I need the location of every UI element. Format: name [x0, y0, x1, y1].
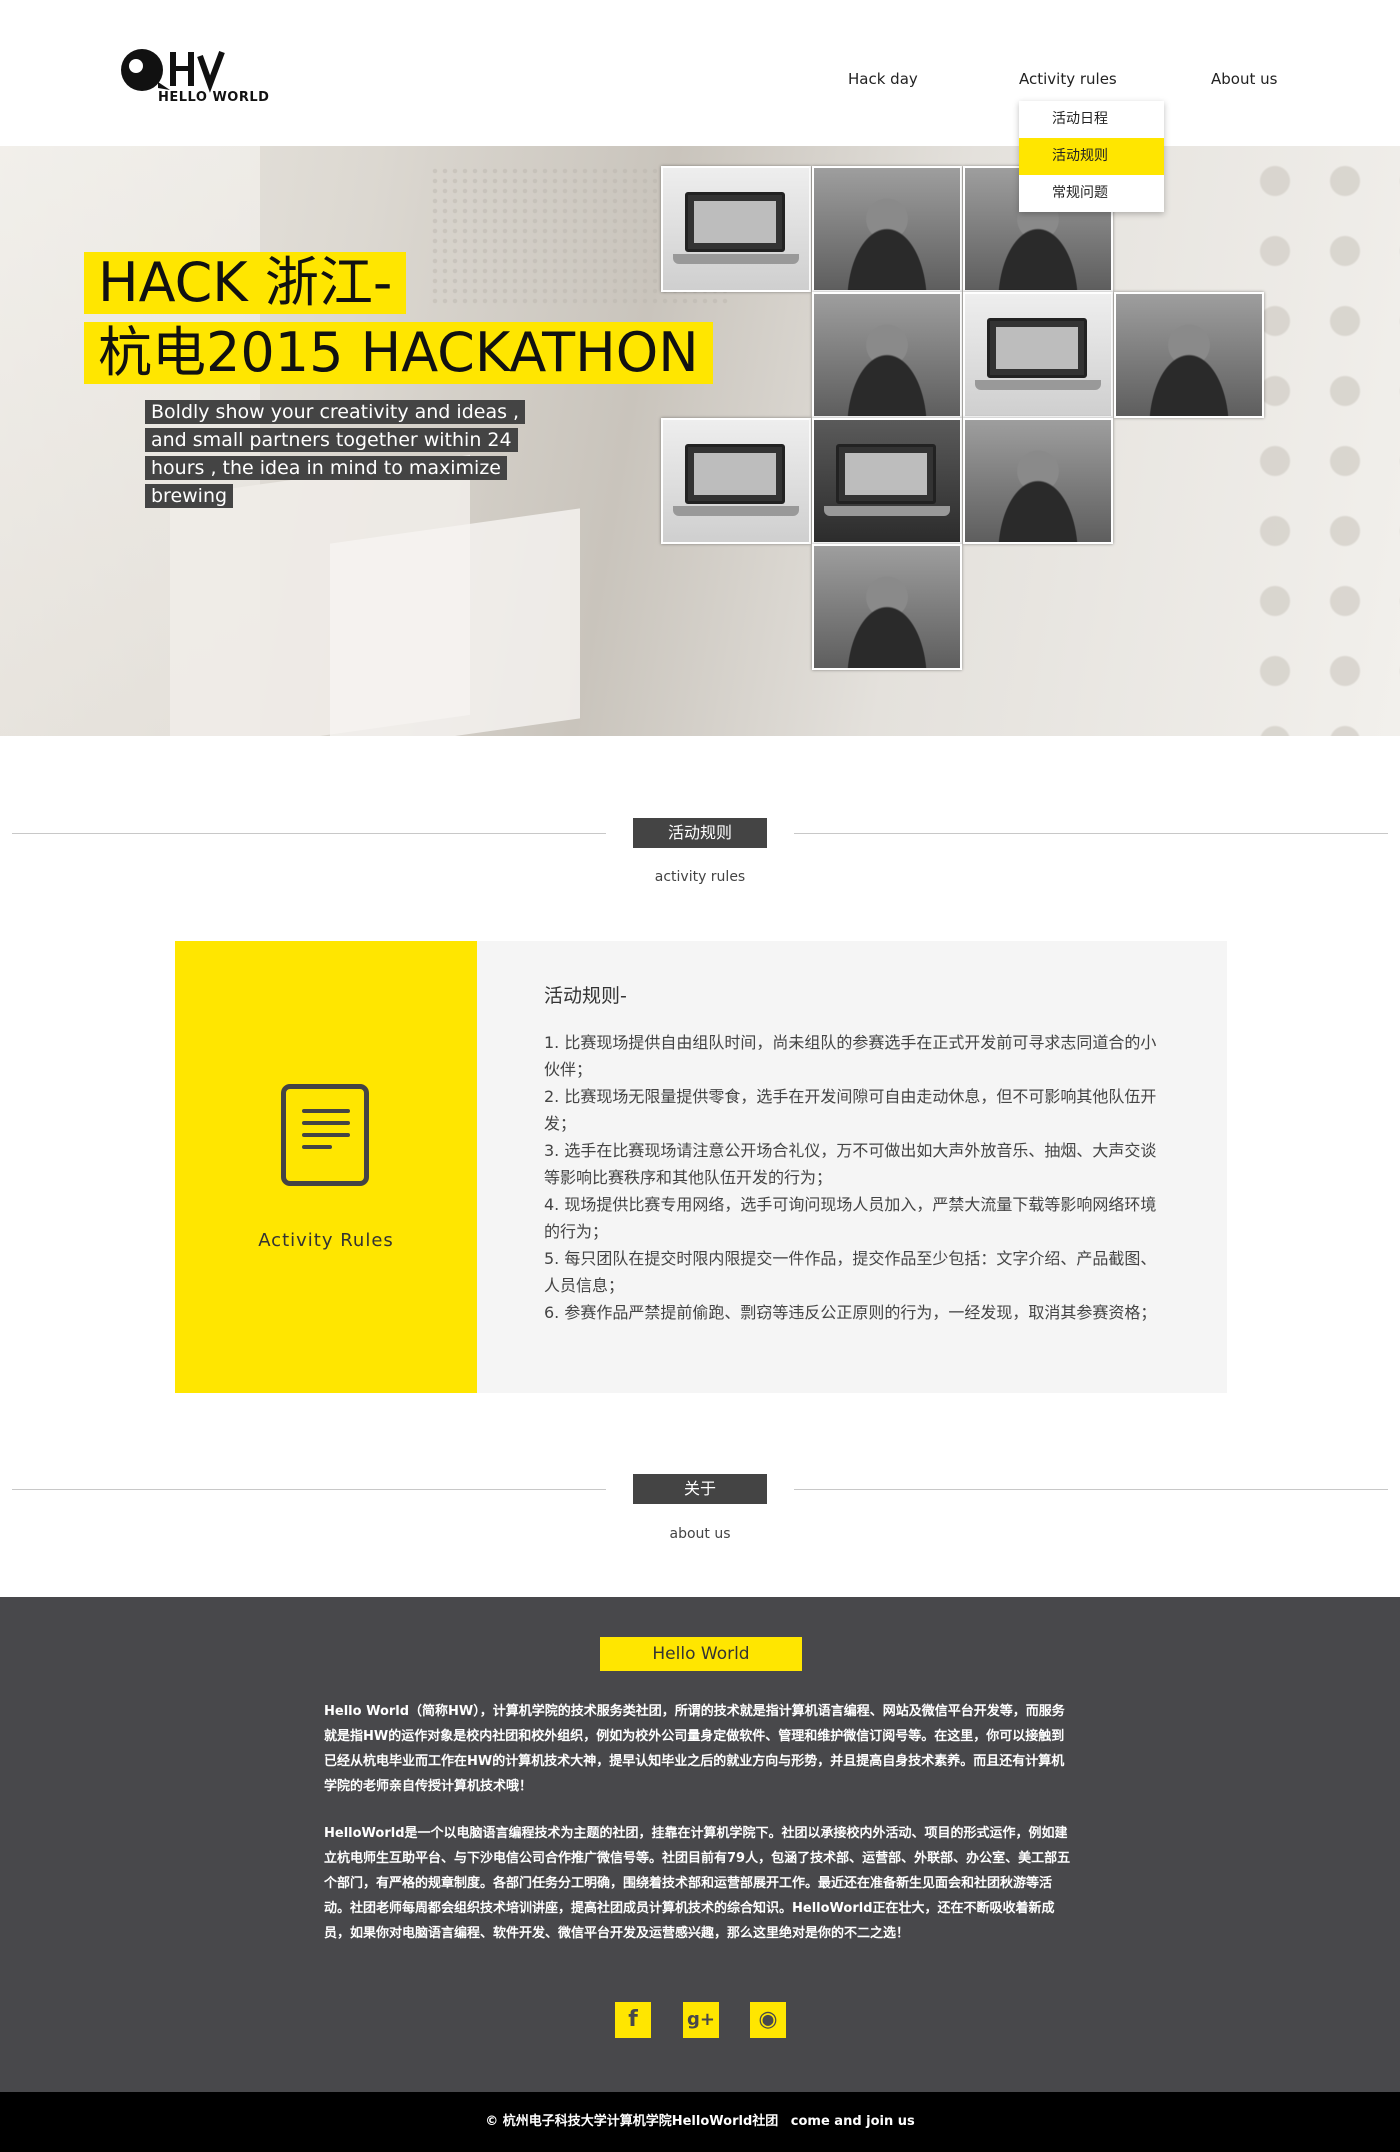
- site-header: HELLO WORLD Hack day Activity rules Abou…: [0, 0, 1400, 146]
- photo-tile-person-4: [1114, 292, 1264, 418]
- section-divider-left: [12, 833, 606, 834]
- photo-tile-laptop-4: [812, 418, 962, 544]
- hero-title-line1: HACK 浙江-: [84, 252, 407, 314]
- rules-card-label: Activity Rules: [258, 1230, 394, 1251]
- rule-item: 1. 比赛现场提供自由组队时间，尚未组队的参赛选手在正式开发前可寻求志同道合的小…: [544, 1033, 1157, 1079]
- rule-item: 3. 选手在比赛现场请注意公开场合礼仪，万不可做出如大声外放音乐、抽烟、大声交谈…: [544, 1141, 1157, 1187]
- rule-item: 6. 参赛作品严禁提前偷跑、剽窃等违反公正原则的行为，一经发现，取消其参赛资格；: [544, 1303, 1157, 1322]
- google-plus-icon[interactable]: g+: [683, 2002, 719, 2038]
- photo-tile-person-6: [812, 544, 962, 670]
- join-us-link[interactable]: come and join us: [791, 2114, 915, 2129]
- hello-world-logo[interactable]: HELLO WORLD: [118, 44, 288, 108]
- copyright-text: © 杭州电子科技大学计算机学院HelloWorld社团: [485, 2114, 779, 2129]
- copyright-bar: © 杭州电子科技大学计算机学院HelloWorld社团 come and joi…: [0, 2092, 1400, 2152]
- weibo-icon[interactable]: ◉: [750, 2002, 786, 2038]
- photo-tile-laptop-1: [661, 166, 811, 292]
- photo-tile-person-5: [963, 418, 1113, 544]
- photo-tile-laptop-3: [661, 418, 811, 544]
- about-paragraph-1: Hello World（简称HW），计算机学院的技术服务类社团，所谓的技术就是指…: [324, 1704, 1065, 1794]
- hero-subtitle: Boldly show your creativity and ideas , …: [145, 398, 555, 510]
- photo-tile-person-3: [812, 292, 962, 418]
- hero-title-line2: 杭电2015 HACKATHON: [84, 322, 713, 384]
- rules-section-sub: activity rules: [654, 869, 746, 885]
- rule-item: 2. 比赛现场无限量提供零食，选手在开发间隙可自由走动休息，但不可影响其他队伍开…: [544, 1087, 1157, 1133]
- logo-text: HELLO WORLD: [158, 90, 270, 105]
- dropdown-item-schedule[interactable]: 活动日程: [1019, 101, 1164, 138]
- rule-item: 4. 现场提供比赛专用网络，选手可询问现场人员加入，严禁大流量下载等影响网络环境…: [544, 1195, 1157, 1241]
- rules-heading: 活动规则-: [544, 985, 627, 1007]
- about-divider-left: [12, 1489, 606, 1490]
- section-divider-right: [794, 833, 1388, 834]
- hero-bg-holes: [1240, 146, 1400, 736]
- facebook-icon[interactable]: f: [615, 2002, 651, 2038]
- nav-activity-rules[interactable]: Activity rules: [1019, 70, 1117, 88]
- about-paragraph-2: HelloWorld是一个以电脑语言编程技术为主题的社团，挂靠在计算机学院下。社…: [324, 1826, 1071, 1941]
- hero-bg-desk: [330, 508, 580, 736]
- photo-tile-laptop-2: [963, 292, 1113, 418]
- hello-world-badge: Hello World: [600, 1637, 802, 1671]
- nav-about-us[interactable]: About us: [1211, 70, 1277, 88]
- about-section-label: 关于: [633, 1474, 767, 1504]
- dropdown-item-faq[interactable]: 常规问题: [1019, 175, 1164, 212]
- about-divider-right: [794, 1489, 1388, 1490]
- dropdown-item-rules[interactable]: 活动规则: [1019, 138, 1164, 175]
- rules-section-label: 活动规则: [633, 818, 767, 848]
- photo-tile-person-1: [812, 166, 962, 292]
- rule-item: 5. 每只团队在提交时限内限提交一件作品，提交作品至少包括：文字介绍、产品截图、…: [544, 1249, 1157, 1295]
- rules-list: 1. 比赛现场提供自由组队时间，尚未组队的参赛选手在正式开发前可寻求志同道合的小…: [544, 1029, 1164, 1326]
- nav-hack-day[interactable]: Hack day: [848, 70, 918, 88]
- activity-rules-dropdown: 活动日程 活动规则 常规问题: [1019, 101, 1164, 212]
- hero-subtitle-text: Boldly show your creativity and ideas , …: [145, 400, 526, 508]
- about-section-sub: about us: [669, 1526, 731, 1542]
- rules-card-content: 活动规则- 1. 比赛现场提供自由组队时间，尚未组队的参赛选手在正式开发前可寻求…: [477, 941, 1227, 1393]
- rules-card-icon-panel: Activity Rules: [175, 941, 477, 1393]
- document-icon: [281, 1084, 369, 1186]
